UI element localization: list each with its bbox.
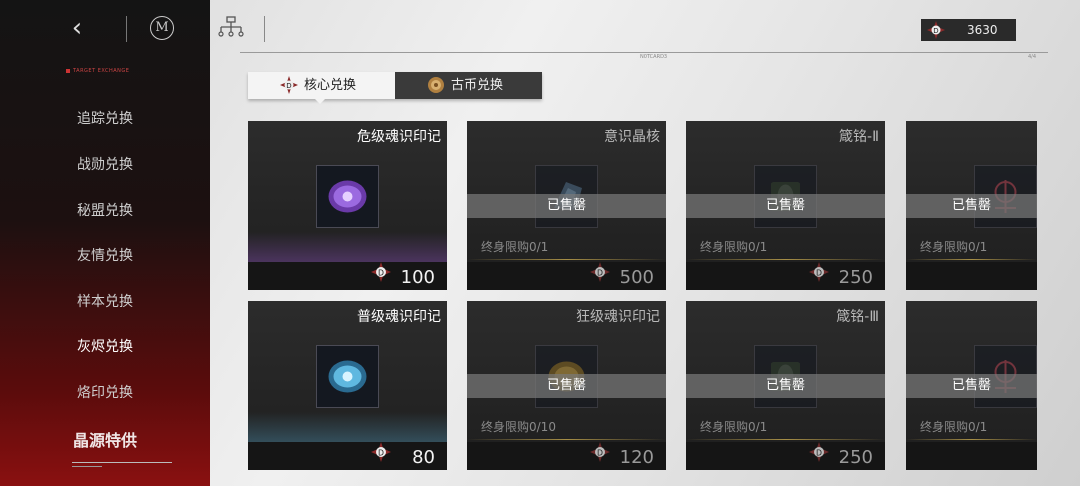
rule-mark: 4/4: [1028, 54, 1037, 60]
core-token-icon: D: [927, 21, 945, 46]
shop-item-card[interactable]: 已售罄 终身限购0/1: [906, 121, 1037, 290]
chevron-left-icon: ‹: [71, 13, 83, 43]
divider: [467, 259, 666, 260]
tab-core-exchange[interactable]: D 核心兑换: [248, 72, 395, 99]
divider: [906, 439, 1037, 440]
divider: [906, 259, 1037, 260]
sold-out-band: 已售罄: [906, 194, 1037, 218]
sidebar-item-merit[interactable]: 战勋兑换: [0, 146, 225, 182]
divider: [686, 439, 885, 440]
shop-item-card[interactable]: 狂级魂识印记 已售罄 终身限购0/10 D 120: [467, 301, 666, 470]
divider: [126, 16, 127, 42]
svg-text:D: D: [286, 82, 291, 90]
shop-item-card[interactable]: 箴铭-Ⅱ 已售罄 终身限购0/1 D 250: [686, 121, 885, 290]
item-title: 箴铭-Ⅲ: [836, 309, 879, 325]
sold-out-band: 已售罄: [906, 374, 1037, 398]
svg-text:D: D: [597, 268, 603, 277]
item-price: 250: [838, 267, 873, 288]
svg-text:D: D: [816, 268, 822, 277]
sidebar-item-brand[interactable]: 烙印兑换: [0, 374, 225, 410]
purchase-limit: 终身限购0/1: [481, 240, 549, 254]
item-price: 100: [400, 267, 435, 288]
tab-indicator: [315, 99, 325, 104]
shop-item-card[interactable]: 意识晶核 已售罄 终身限购0/1 D 500: [467, 121, 666, 290]
core-token-icon: D: [809, 442, 829, 466]
core-token-icon: D: [809, 262, 829, 286]
tab-label: 核心兑换: [304, 78, 357, 93]
logo: M: [150, 16, 174, 40]
divider: [240, 52, 1048, 53]
section-label: TARGET EXCHANGE: [73, 68, 130, 74]
sold-out-band: 已售罄: [467, 194, 666, 218]
exchange-tabs: D 核心兑换 古币兑换: [248, 72, 542, 99]
divider: [72, 462, 172, 463]
shop-item-card[interactable]: 箴铭-Ⅲ 已售罄 终身限购0/1 D 250: [686, 301, 885, 470]
sidebar-item-sample[interactable]: 样本兑换: [0, 283, 225, 319]
item-title: 意识晶核: [604, 129, 660, 145]
currency-value: 3630: [967, 23, 998, 37]
sidebar: ‹ M TARGET EXCHANGE 追踪兑换 战勋兑换 秘盟兑换 友情兑换 …: [0, 0, 210, 486]
tab-label: 古币兑换: [451, 78, 504, 93]
purchase-limit: 终身限购0/1: [700, 420, 768, 434]
sold-out-band: 已售罄: [686, 374, 885, 398]
divider: [264, 16, 265, 42]
core-token-icon: D: [590, 262, 610, 286]
purchase-limit: 终身限购0/1: [920, 420, 988, 434]
price-bar: [906, 262, 1037, 290]
item-thumbnail: [316, 165, 379, 228]
item-price: 500: [619, 267, 654, 288]
rarity-glow: [248, 412, 447, 442]
purple-gem-icon: [328, 180, 367, 213]
divider: [467, 439, 666, 440]
item-price: 80: [412, 447, 435, 468]
rule-mark: N0TCARD3: [640, 54, 668, 60]
back-button[interactable]: ‹: [62, 14, 92, 44]
core-token-icon: D: [371, 262, 391, 286]
svg-text:D: D: [378, 268, 384, 277]
item-title: 箴铭-Ⅱ: [839, 129, 879, 145]
item-title: 狂级魂识印记: [576, 309, 660, 325]
divider: [72, 466, 102, 467]
price-bar: [906, 442, 1037, 470]
sold-out-band: 已售罄: [467, 374, 666, 398]
divider: [686, 259, 885, 260]
shop-item-card[interactable]: 普级魂识印记 D 80: [248, 301, 447, 470]
item-thumbnail: [316, 345, 379, 408]
item-price: 120: [619, 447, 654, 468]
sidebar-item-alliance[interactable]: 秘盟兑换: [0, 192, 225, 228]
svg-text:D: D: [597, 448, 603, 457]
currency-display: D 3630: [921, 19, 1016, 41]
sidebar-item-ash[interactable]: 灰烬兑换: [0, 328, 225, 364]
sold-out-band: 已售罄: [686, 194, 885, 218]
sidebar-item-friendship[interactable]: 友情兑换: [0, 237, 225, 273]
cyan-gem-icon: [328, 360, 367, 393]
item-price: 250: [838, 447, 873, 468]
core-token-icon: D: [280, 76, 298, 104]
rarity-glow: [248, 232, 447, 262]
item-title: 普级魂识印记: [357, 309, 441, 325]
svg-text:D: D: [816, 448, 822, 457]
purchase-limit: 终身限购0/1: [700, 240, 768, 254]
sidebar-item-track[interactable]: 追踪兑换: [0, 100, 225, 136]
tab-ancient-coin-exchange[interactable]: 古币兑换: [395, 72, 542, 99]
shop-item-card[interactable]: 已售罄 终身限购0/1: [906, 301, 1037, 470]
core-token-icon: D: [371, 442, 391, 466]
ancient-coin-icon: [427, 76, 445, 104]
purchase-limit: 终身限购0/1: [920, 240, 988, 254]
core-token-icon: D: [590, 442, 610, 466]
svg-text:D: D: [378, 448, 384, 457]
hierarchy-icon[interactable]: [218, 16, 244, 38]
sidebar-item-crystal-supply[interactable]: 晶源特供: [0, 423, 225, 459]
section-marker-icon: [66, 69, 70, 73]
shop-item-card[interactable]: 危级魂识印记 D 100: [248, 121, 447, 290]
purchase-limit: 终身限购0/10: [481, 420, 556, 434]
svg-text:D: D: [933, 27, 938, 35]
item-title: 危级魂识印记: [357, 129, 441, 145]
